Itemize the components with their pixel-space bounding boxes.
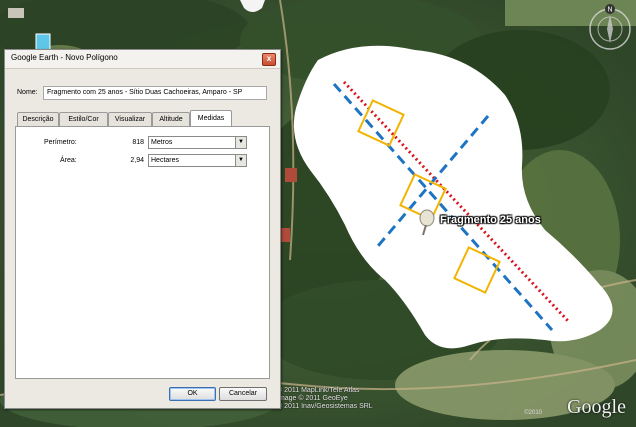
tab-estilo-cor[interactable]: Estilo/Cor — [59, 112, 108, 126]
building — [8, 8, 24, 18]
credit-line: © 2011 Inav/Geosistemas SRL — [277, 403, 373, 410]
dialog-title: Google Earth - Novo Polígono — [11, 53, 118, 62]
perimeter-label: Perímetro: — [44, 139, 77, 146]
google-logo: Google — [567, 396, 626, 418]
close-button[interactable]: x — [262, 53, 276, 66]
perimeter-unit-select[interactable]: Metros ▼ — [148, 136, 247, 149]
compass-north-label: N — [607, 7, 612, 14]
credit-line: © 2011 MapLink/Tele Atlas — [277, 387, 360, 394]
perimeter-unit-value: Metros — [151, 139, 173, 146]
cancel-button[interactable]: Cancelar — [219, 387, 267, 401]
chevron-down-icon[interactable]: ▼ — [235, 155, 246, 166]
building — [285, 168, 297, 182]
area-unit-value: Hectares — [151, 157, 180, 164]
placemark-pin-icon[interactable] — [418, 206, 440, 236]
building — [280, 228, 290, 242]
name-field[interactable]: Fragmento com 25 anos - Sítio Duas Cacho… — [43, 86, 267, 100]
compass-icon[interactable]: N — [587, 3, 633, 55]
placemark-label[interactable]: Fragmento 25 anos — [440, 214, 541, 226]
ok-button[interactable]: OK — [169, 387, 216, 401]
area-label: Área: — [60, 157, 77, 164]
new-polygon-dialog: Google Earth - Novo Polígono x Nome: Fra… — [4, 49, 281, 409]
logo-year: ©2010 — [524, 410, 542, 416]
chevron-down-icon[interactable]: ▼ — [235, 137, 246, 148]
measurements-panel: Perímetro: 818 Metros ▼ Área: 2,94 Hecta… — [15, 126, 270, 379]
tab-altitude[interactable]: Altitude — [152, 112, 190, 126]
imagery-credits: © 2011 MapLink/Tele Atlas Image © 2011 G… — [277, 387, 417, 411]
name-label: Nome: — [17, 89, 38, 96]
credit-line: Image © 2011 GeoEye — [277, 395, 348, 402]
tab-medidas[interactable]: Medidas — [190, 110, 232, 126]
dialog-titlebar[interactable]: Google Earth - Novo Polígono x — [5, 50, 280, 69]
area-value: 2,94 — [130, 157, 144, 164]
tab-descricao[interactable]: Descrição — [17, 112, 59, 126]
perimeter-value: 818 — [132, 139, 144, 146]
area-unit-select[interactable]: Hectares ▼ — [148, 154, 247, 167]
tab-visualizar[interactable]: Visualizar — [108, 112, 152, 126]
